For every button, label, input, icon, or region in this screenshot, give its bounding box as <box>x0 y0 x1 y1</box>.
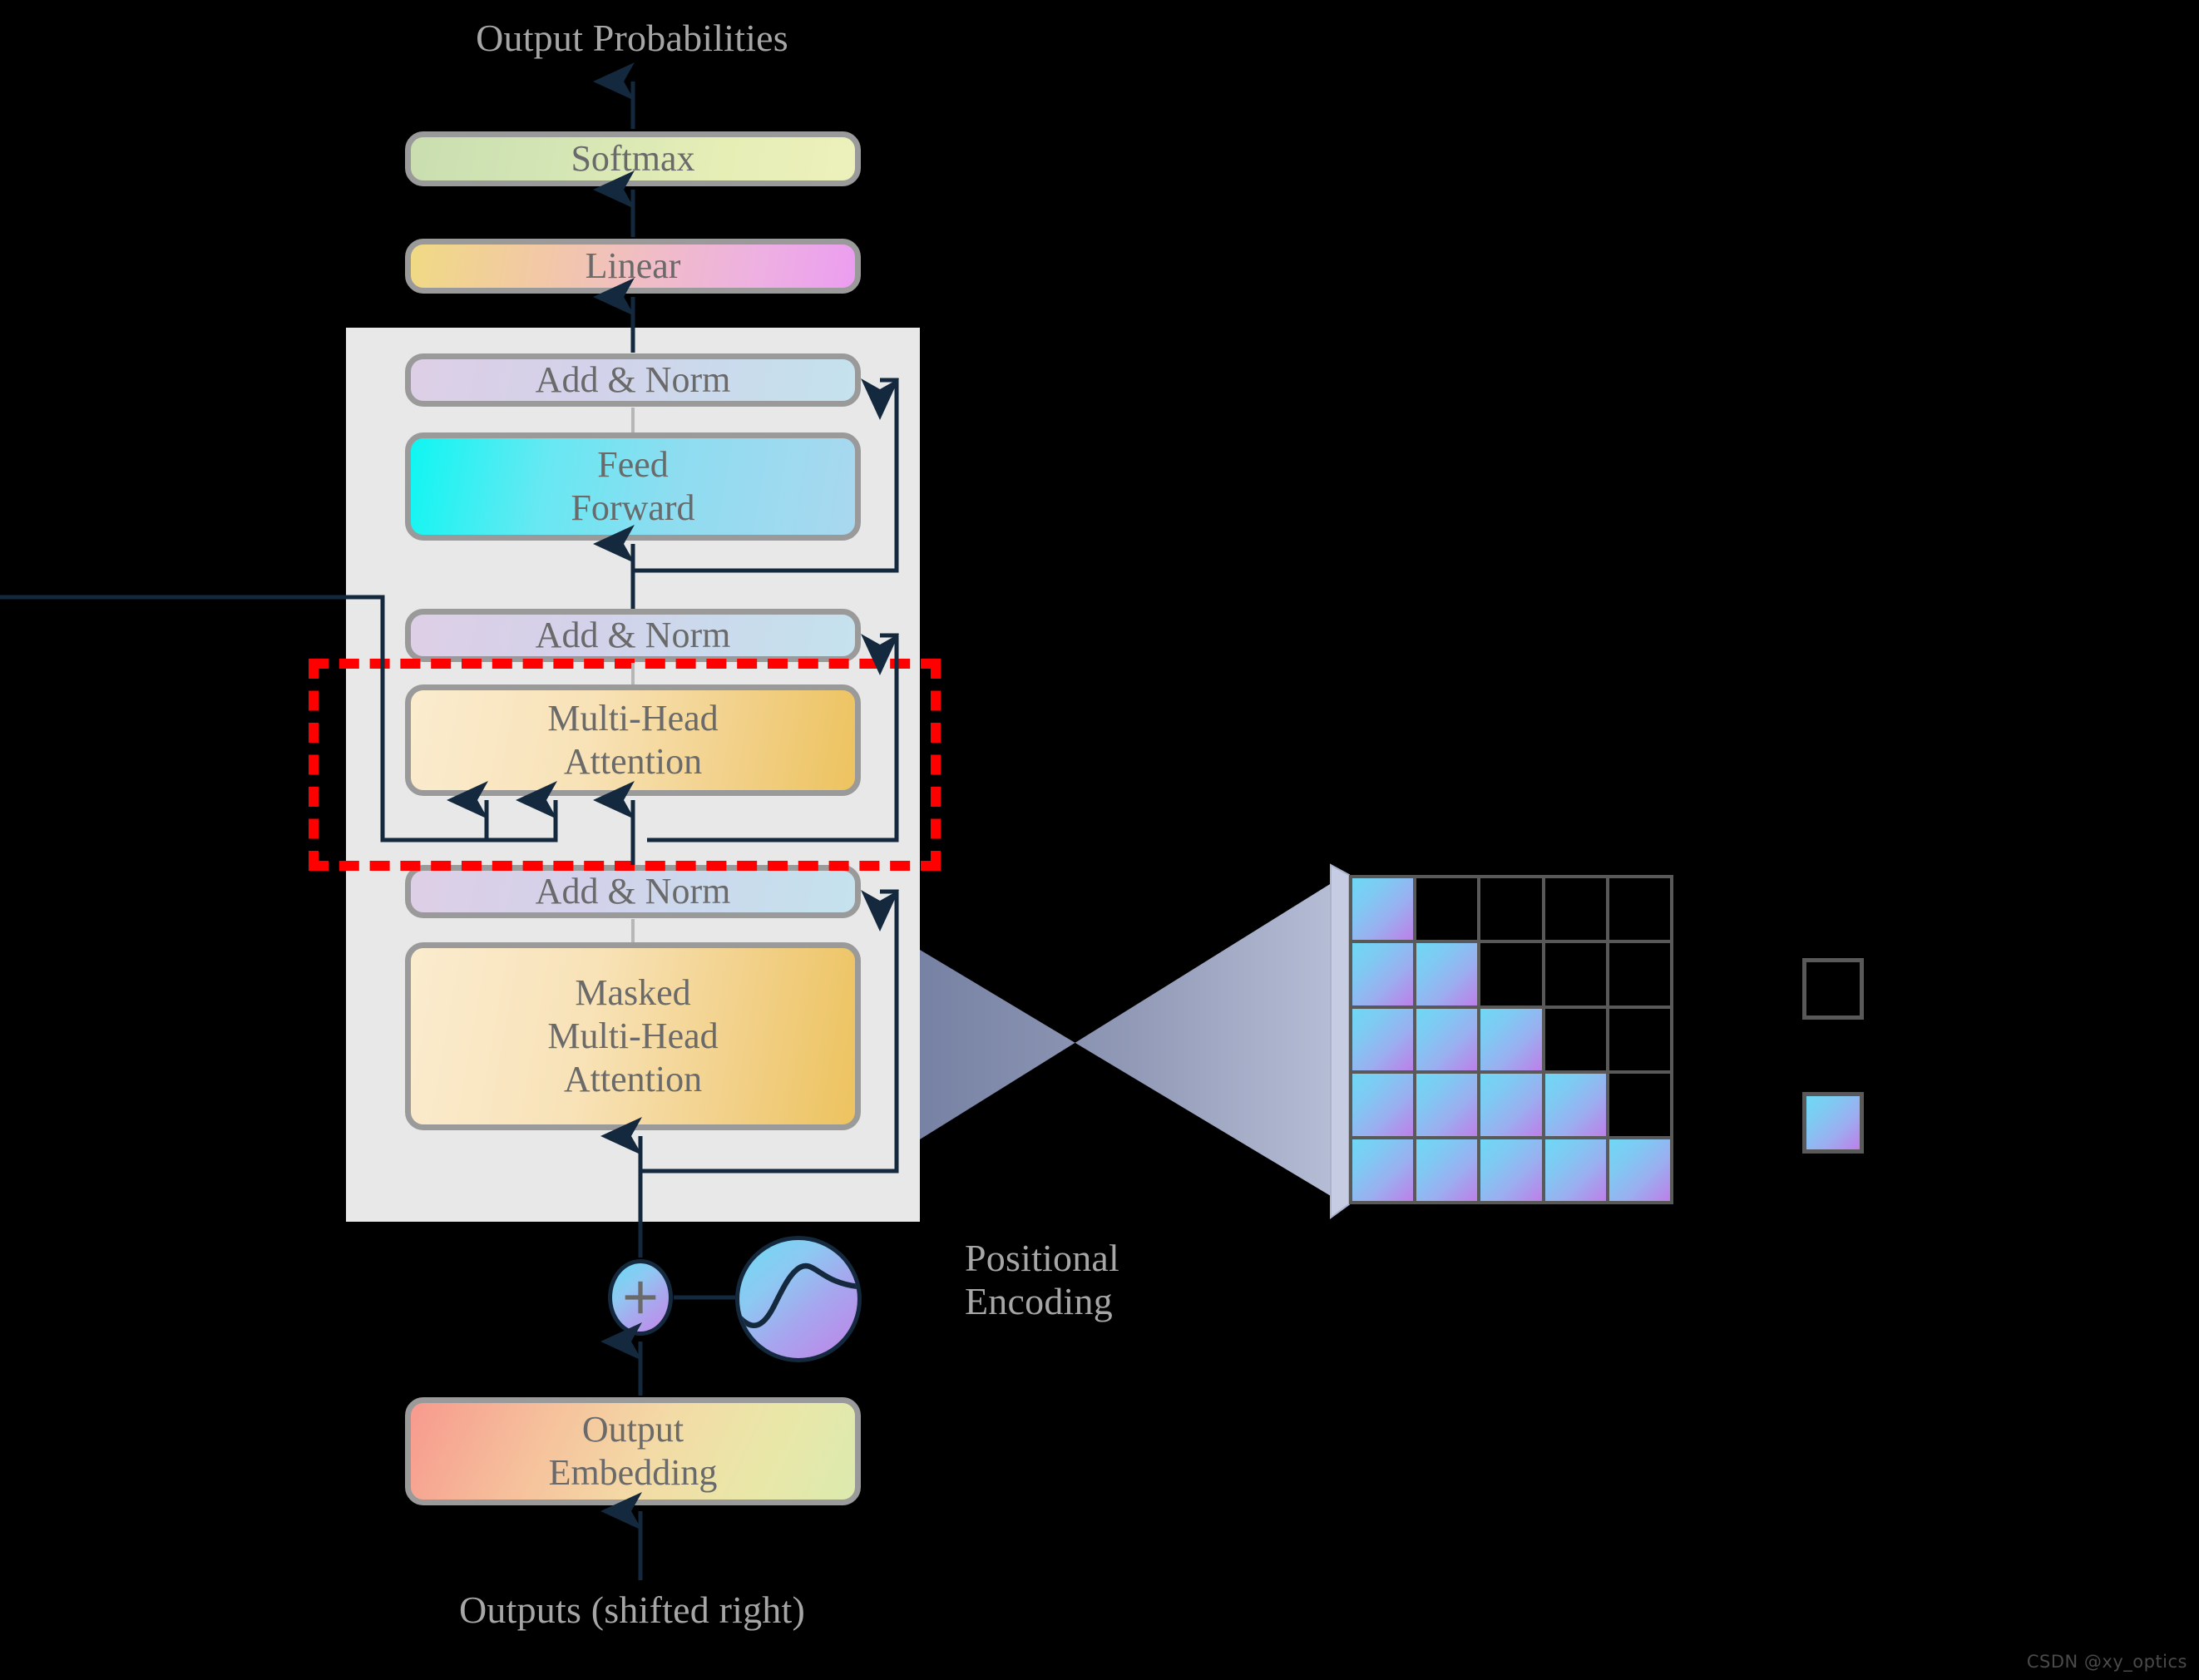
mask-cell <box>1480 943 1542 1006</box>
masked-multi-head-attention-block[interactable]: Masked Multi-Head Attention <box>405 942 861 1130</box>
mask-cell <box>1544 1008 1606 1071</box>
add-norm-block-top[interactable]: Add & Norm <box>405 353 861 407</box>
sine-wave-circle-icon <box>735 1236 862 1362</box>
mask-cell <box>1416 943 1478 1006</box>
mask-cell <box>1608 1008 1670 1071</box>
mask-cell <box>1416 1074 1478 1136</box>
add-norm-block-middle[interactable]: Add & Norm <box>405 609 861 662</box>
diagram-canvas: Output Probabilities Softmax Linear Add … <box>0 0 2199 1680</box>
mask-cell <box>1480 1139 1542 1201</box>
output-embedding-block[interactable]: Output Embedding <box>405 1397 861 1505</box>
feed-forward-block[interactable]: Feed Forward <box>405 432 861 541</box>
mask-cell <box>1608 1074 1670 1136</box>
mask-cell <box>1544 943 1606 1006</box>
connector-arrows <box>0 62 899 1580</box>
multi-head-attention-block[interactable]: Multi-Head Attention <box>405 684 861 796</box>
mask-cell <box>1352 1074 1414 1136</box>
mask-cell <box>1608 943 1670 1006</box>
mask-cell <box>1416 878 1478 941</box>
mask-cell <box>1352 1139 1414 1201</box>
positional-encoding-label: Positional Encoding <box>965 1237 1120 1323</box>
add-norm-block-bottom[interactable]: Add & Norm <box>405 865 861 918</box>
magnifier-cone-icon <box>920 863 1350 1219</box>
mask-cell <box>1480 878 1542 941</box>
mask-cell <box>1352 1008 1414 1071</box>
mask-cell <box>1352 878 1414 941</box>
plus-circle-icon <box>608 1259 673 1336</box>
outputs-shifted-right-label: Outputs (shifted right) <box>459 1589 805 1631</box>
watermark: CSDN @xy_optics <box>2026 1652 2187 1672</box>
mask-cell <box>1480 1074 1542 1136</box>
attention-mask-grid <box>1349 875 1673 1204</box>
mask-cell <box>1544 878 1606 941</box>
mask-cell <box>1544 1074 1606 1136</box>
mask-cell <box>1480 1008 1542 1071</box>
mask-cell <box>1608 878 1670 941</box>
linear-block[interactable]: Linear <box>405 239 861 294</box>
legend-swatch-visible <box>1802 1092 1864 1154</box>
legend-swatch-masked <box>1802 958 1864 1020</box>
mask-cell <box>1544 1139 1606 1201</box>
mask-cell <box>1352 943 1414 1006</box>
output-probabilities-label: Output Probabilities <box>476 17 788 59</box>
mask-cell <box>1416 1008 1478 1071</box>
mask-cell <box>1608 1139 1670 1201</box>
mask-cell <box>1416 1139 1478 1201</box>
softmax-block[interactable]: Softmax <box>405 131 861 186</box>
